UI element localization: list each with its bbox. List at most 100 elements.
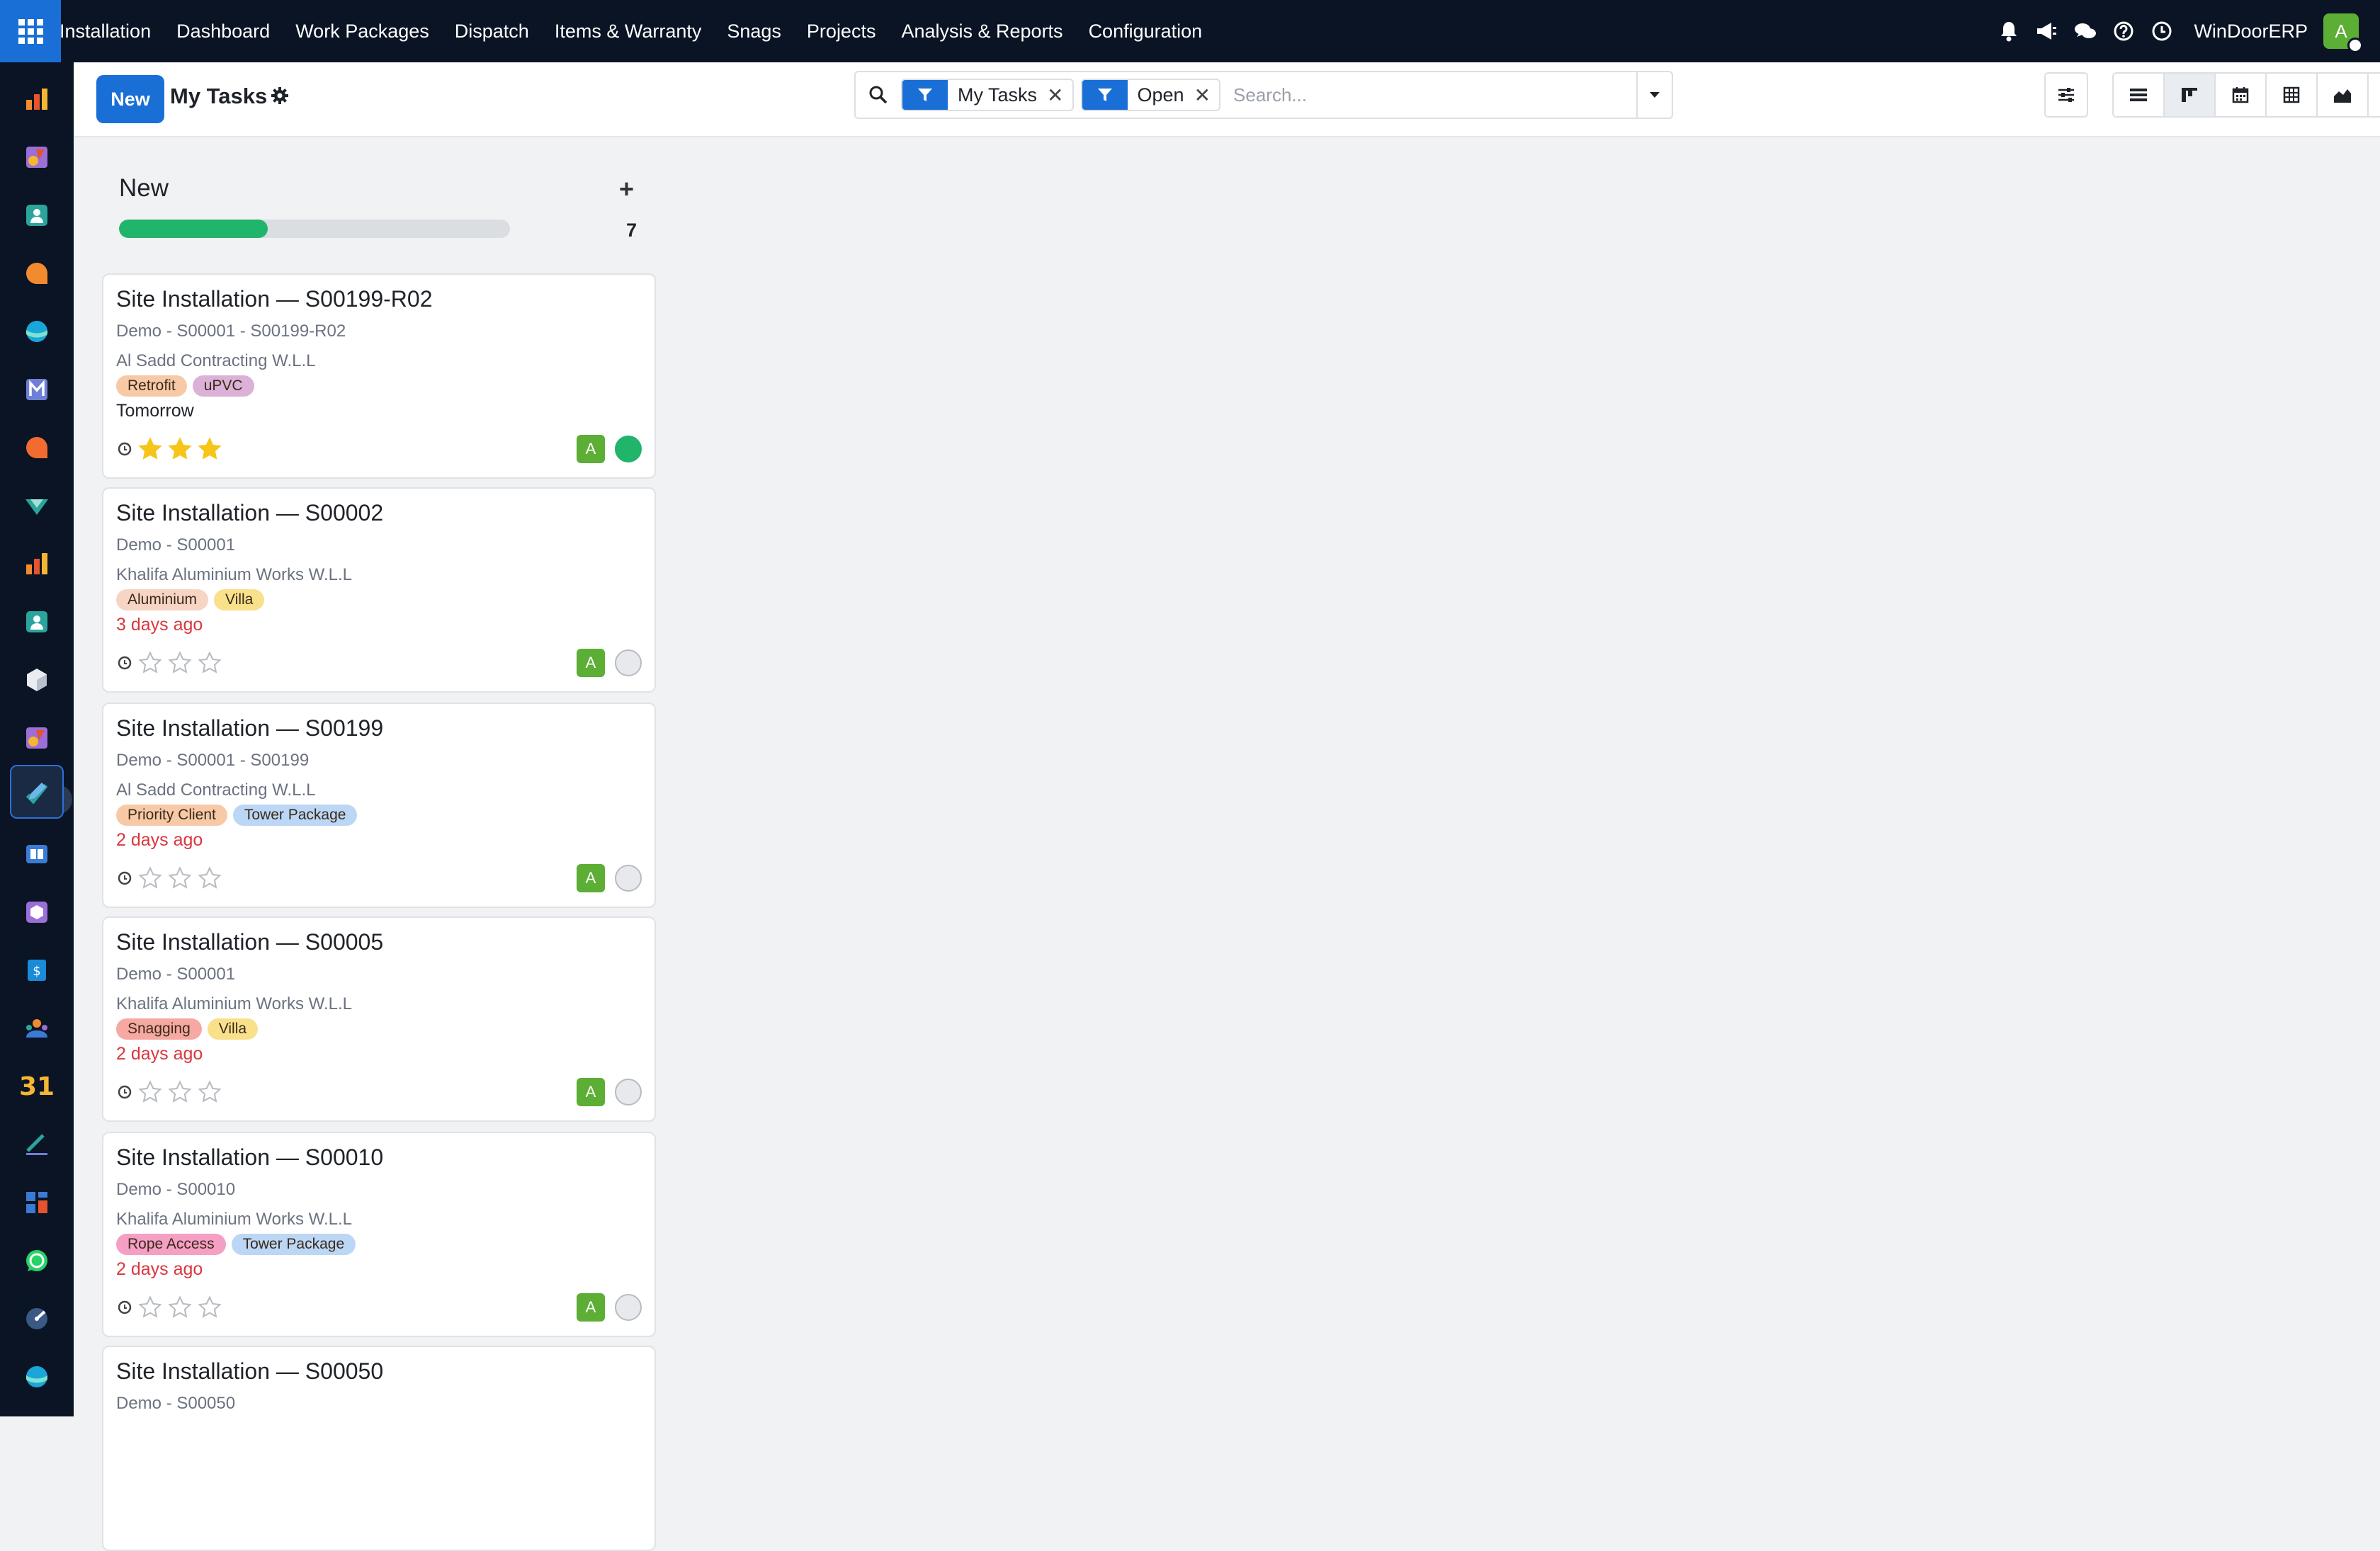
- star-icon[interactable]: [197, 650, 222, 679]
- dashboards-app-icon[interactable]: [10, 1176, 64, 1229]
- activity-clock-icon[interactable]: [116, 1084, 133, 1104]
- megaphone-icon[interactable]: [2028, 0, 2066, 62]
- star-icon[interactable]: [197, 1079, 222, 1108]
- assignee-avatar[interactable]: A: [577, 1293, 605, 1322]
- activity-clock-icon[interactable]: [116, 654, 133, 675]
- documents-app-icon[interactable]: [10, 711, 64, 765]
- priority-stars[interactable]: [137, 865, 222, 894]
- reporting-app-icon[interactable]: [10, 537, 64, 591]
- column-title[interactable]: New: [119, 174, 169, 203]
- kanban-view-icon[interactable]: [2163, 72, 2216, 118]
- assignee-avatar[interactable]: A: [577, 864, 605, 892]
- pivot-view-icon[interactable]: [2265, 72, 2318, 118]
- menu-projects[interactable]: Projects: [794, 21, 889, 42]
- menu-snags[interactable]: Snags: [714, 21, 794, 42]
- kanban-state-indicator[interactable]: [615, 1294, 642, 1321]
- calendar-app-icon[interactable]: 31: [10, 1059, 64, 1113]
- company-switcher[interactable]: WinDoorERP: [2194, 21, 2308, 42]
- assignee-avatar[interactable]: A: [577, 649, 605, 677]
- website-app-icon[interactable]: [10, 305, 64, 358]
- activity-clock-icon[interactable]: [116, 870, 133, 890]
- kanban-state-indicator[interactable]: [615, 649, 642, 676]
- products-app-icon[interactable]: [10, 653, 64, 707]
- kanban-state-indicator[interactable]: [615, 436, 642, 462]
- star-icon[interactable]: [167, 436, 193, 465]
- priority-stars[interactable]: [137, 1295, 222, 1324]
- menu-dashboard[interactable]: Dashboard: [164, 21, 283, 42]
- kanban-card[interactable]: Site Installation — S00050 Demo - S00050: [102, 1346, 656, 1551]
- help-icon[interactable]: [2104, 0, 2143, 62]
- timesheets-app-icon[interactable]: [10, 1292, 64, 1346]
- contacts-app-icon[interactable]: [10, 188, 64, 242]
- menu-work-packages[interactable]: Work Packages: [283, 21, 442, 42]
- activity-clock-icon[interactable]: [116, 1299, 133, 1319]
- star-icon[interactable]: [137, 1295, 163, 1324]
- menu-installation[interactable]: Installation: [60, 21, 164, 42]
- discuss-app-icon[interactable]: [10, 246, 64, 300]
- activity-view-icon[interactable]: [2367, 72, 2380, 118]
- star-icon[interactable]: [167, 865, 193, 894]
- menu-items-warranty[interactable]: Items & Warranty: [542, 21, 715, 42]
- kanban-card[interactable]: Site Installation — S00199-R02 Demo - S0…: [102, 273, 656, 479]
- whatsapp-app-icon[interactable]: [10, 1234, 64, 1288]
- email-marketing-app-icon[interactable]: [10, 363, 64, 416]
- sliders-icon[interactable]: [2044, 72, 2088, 118]
- priority-stars[interactable]: [137, 1079, 222, 1108]
- gear-icon[interactable]: [271, 86, 289, 108]
- kanban-card[interactable]: Site Installation — S00005 Demo - S00001…: [102, 916, 656, 1122]
- livechat-app-icon[interactable]: [10, 421, 64, 475]
- column-progress-bar[interactable]: [119, 220, 510, 238]
- search-options-toggle[interactable]: [1636, 72, 1672, 118]
- knowledge-app-icon[interactable]: [10, 827, 64, 881]
- facet-my-tasks[interactable]: My Tasks ✕: [901, 79, 1074, 111]
- priority-stars[interactable]: [137, 436, 222, 465]
- facet-open[interactable]: Open ✕: [1080, 79, 1221, 111]
- kanban-card[interactable]: Site Installation — S00010 Demo - S00010…: [102, 1132, 656, 1337]
- list-view-icon[interactable]: [2112, 72, 2165, 118]
- website-builder-app-icon[interactable]: [10, 1350, 64, 1404]
- sign-app-icon[interactable]: [10, 1118, 64, 1171]
- search-input[interactable]: [1228, 77, 1636, 113]
- star-icon[interactable]: [137, 865, 163, 894]
- inventory-app-icon[interactable]: [10, 479, 64, 533]
- assignee-avatar[interactable]: A: [577, 435, 605, 463]
- star-icon[interactable]: [197, 436, 222, 465]
- menu-dispatch[interactable]: Dispatch: [442, 21, 542, 42]
- menu-analysis-reports[interactable]: Analysis & Reports: [888, 21, 1075, 42]
- star-icon[interactable]: [137, 436, 163, 465]
- sales-app-icon[interactable]: [10, 72, 64, 126]
- search-icon[interactable]: [856, 72, 901, 118]
- star-icon[interactable]: [137, 650, 163, 679]
- clock-icon[interactable]: [2143, 0, 2181, 62]
- chat-icon[interactable]: [2066, 0, 2104, 62]
- kanban-state-indicator[interactable]: [615, 865, 642, 892]
- calendar-view-icon[interactable]: [2214, 72, 2267, 118]
- new-button[interactable]: New: [96, 75, 164, 123]
- kanban-card[interactable]: Site Installation — S00002 Demo - S00001…: [102, 487, 656, 693]
- kanban-card[interactable]: Site Installation — S00199 Demo - S00001…: [102, 703, 656, 908]
- priority-stars[interactable]: [137, 650, 222, 679]
- kanban-state-indicator[interactable]: [615, 1079, 642, 1106]
- assignee-avatar[interactable]: A: [577, 1078, 605, 1106]
- spreadsheet-app-icon[interactable]: [10, 130, 64, 184]
- star-icon[interactable]: [197, 1295, 222, 1324]
- star-icon[interactable]: [167, 650, 193, 679]
- graph-view-icon[interactable]: [2316, 72, 2369, 118]
- facet-remove-icon[interactable]: ✕: [1194, 84, 1219, 107]
- star-icon[interactable]: [167, 1079, 193, 1108]
- facet-remove-icon[interactable]: ✕: [1047, 84, 1072, 107]
- packages-app-icon[interactable]: [10, 885, 64, 939]
- employees-app-icon[interactable]: [10, 595, 64, 649]
- invoicing-app-icon[interactable]: $: [10, 943, 64, 997]
- star-icon[interactable]: [137, 1079, 163, 1108]
- installation-app-icon[interactable]: [10, 765, 64, 819]
- activity-clock-icon[interactable]: [116, 441, 133, 461]
- menu-configuration[interactable]: Configuration: [1076, 21, 1216, 42]
- team-app-icon[interactable]: [10, 1001, 64, 1055]
- star-icon[interactable]: [197, 865, 222, 894]
- star-icon[interactable]: [167, 1295, 193, 1324]
- quick-create-plus-icon[interactable]: +: [619, 174, 634, 204]
- user-avatar[interactable]: A: [2323, 13, 2363, 53]
- bell-icon[interactable]: [1990, 0, 2028, 62]
- apps-menu-button[interactable]: [0, 0, 61, 62]
